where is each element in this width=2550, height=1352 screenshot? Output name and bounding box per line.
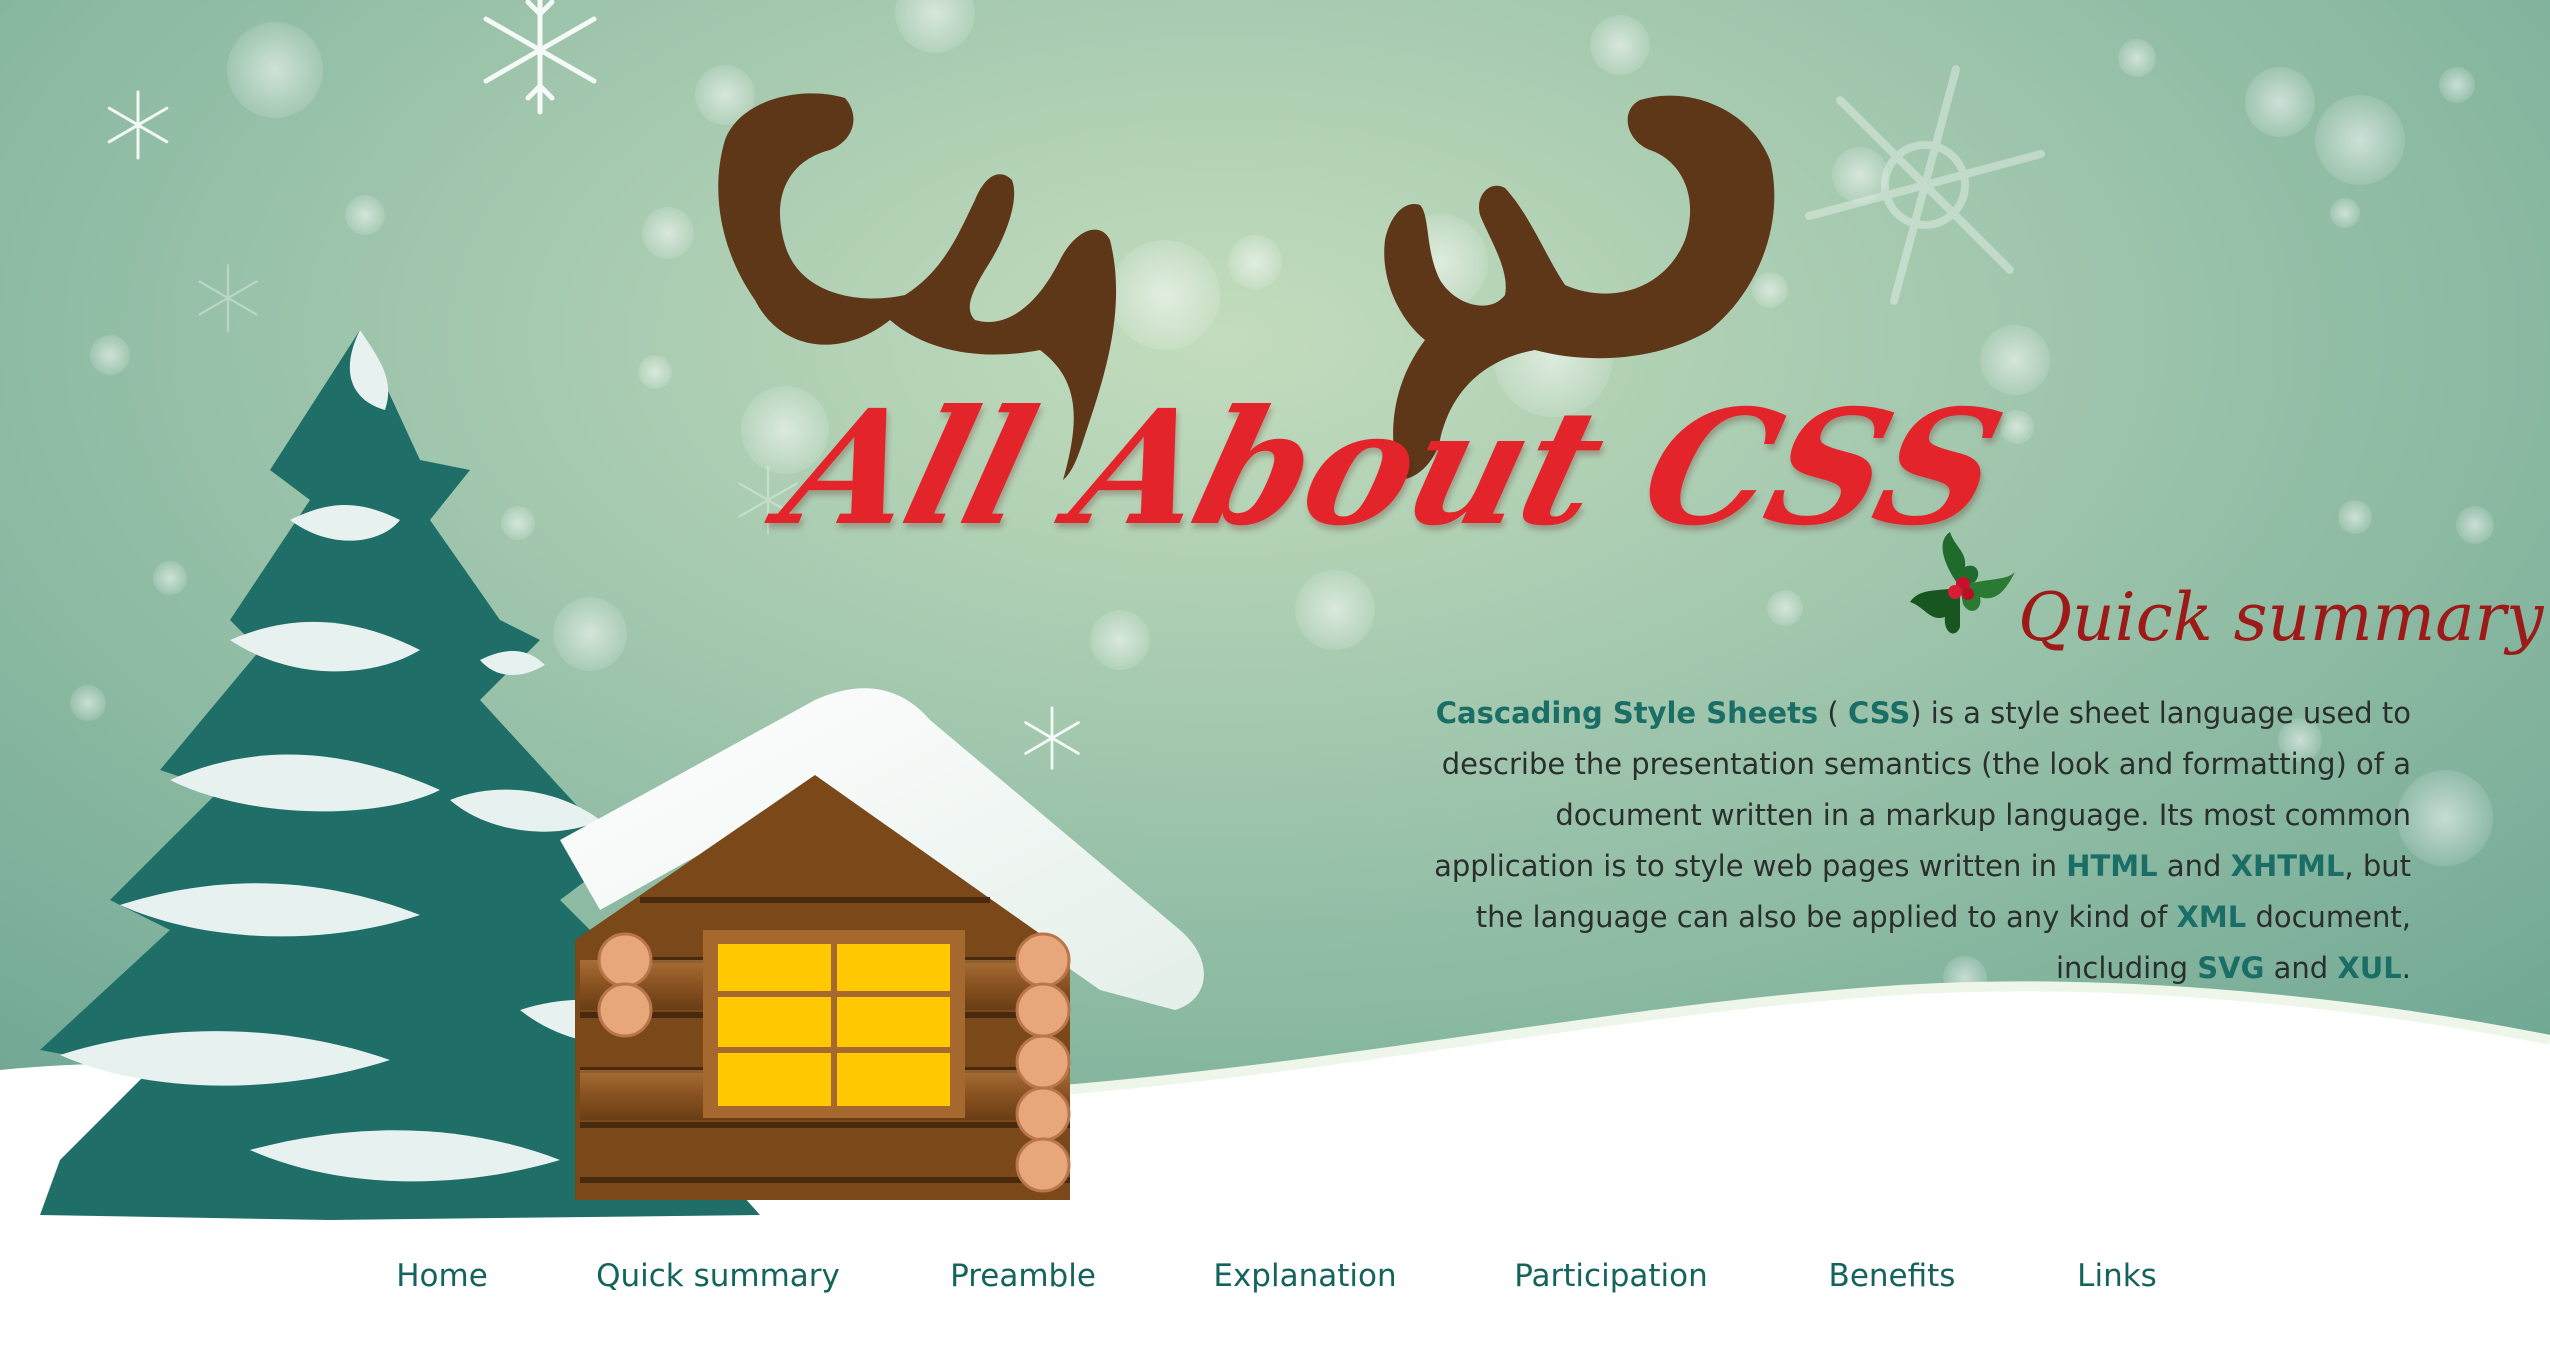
summary-link[interactable]: XML — [2177, 900, 2247, 934]
summary-paragraph: Cascading Style Sheets ( CSS) is a style… — [1425, 688, 2411, 994]
holly-icon — [1910, 532, 2015, 634]
page: All About CSS Quick summary Cascading St… — [0, 0, 2550, 1352]
summary-link[interactable]: SVG — [2197, 951, 2264, 985]
nav-links[interactable]: Links — [2077, 1258, 2157, 1294]
winter-scene-background — [0, 0, 2550, 1352]
summary-link[interactable]: Cascading Style Sheets — [1436, 696, 1818, 730]
section-heading: Quick summary — [2018, 579, 2544, 656]
summary-link[interactable]: XHTML — [2231, 849, 2345, 883]
summary-link[interactable]: XUL — [2337, 951, 2401, 985]
nav-quick-summary[interactable]: Quick summary — [596, 1258, 840, 1294]
summary-text: ( — [1818, 696, 1848, 730]
site-title: All About CSS — [767, 376, 2017, 561]
summary-link[interactable]: CSS — [1848, 696, 1910, 730]
nav-preamble[interactable]: Preamble — [950, 1258, 1096, 1294]
summary-link[interactable]: HTML — [2066, 849, 2157, 883]
summary-text: and — [2157, 849, 2231, 883]
summary-text: . — [2401, 951, 2411, 985]
nav-home[interactable]: Home — [396, 1258, 488, 1294]
nav-benefits[interactable]: Benefits — [1829, 1258, 1956, 1294]
summary-text: and — [2264, 951, 2338, 985]
nav-explanation[interactable]: Explanation — [1213, 1258, 1396, 1294]
nav-participation[interactable]: Participation — [1514, 1258, 1708, 1294]
main-navigation: Home Quick summary Preamble Explanation Part… — [0, 1258, 2550, 1318]
